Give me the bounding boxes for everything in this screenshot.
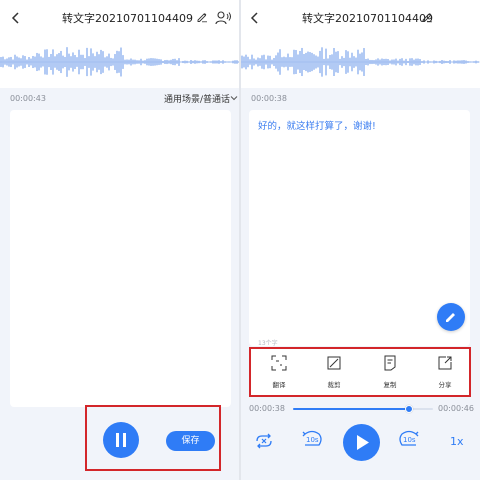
- tool-label: 裁剪: [327, 381, 341, 389]
- progress-slider[interactable]: [293, 405, 433, 413]
- char-count: 13个字: [258, 340, 278, 347]
- forward-button[interactable]: 10s: [397, 430, 421, 450]
- voice-print-icon[interactable]: [214, 9, 232, 27]
- transcript-card: [249, 110, 470, 346]
- audio-waveform: [0, 36, 240, 88]
- edit-transcript-button[interactable]: [437, 303, 465, 331]
- share-icon: [438, 356, 452, 370]
- pencil-icon[interactable]: [421, 11, 433, 23]
- tool-translate[interactable]: 翻译: [259, 349, 299, 395]
- tool-copy[interactable]: 复制: [370, 349, 410, 395]
- copy-icon: [384, 355, 396, 371]
- translate-icon: [271, 355, 287, 371]
- header: 转文字20210701104409: [241, 0, 480, 36]
- tools-bar: 翻译 裁剪 复制 分享: [249, 347, 471, 397]
- chevron-down-icon[interactable]: [230, 94, 238, 102]
- chevron-left-icon[interactable]: [8, 10, 24, 26]
- tool-crop[interactable]: 裁剪: [314, 349, 354, 395]
- tool-label: 复制: [383, 381, 397, 389]
- progress-fill: [293, 408, 410, 410]
- total-time: 00:00:46: [438, 404, 474, 413]
- scene-selector[interactable]: 通用场景/普通话: [164, 92, 230, 105]
- crop-icon: [327, 356, 341, 370]
- pencil-icon: [446, 313, 455, 322]
- forward-label: 10s: [403, 436, 416, 444]
- tool-label: 翻译: [272, 381, 286, 389]
- audio-waveform: [241, 36, 480, 88]
- loop-off-icon[interactable]: [254, 433, 274, 449]
- playback-speed[interactable]: 1x: [450, 435, 464, 448]
- current-time: 00:00:38: [249, 404, 285, 413]
- elapsed-time: 00:00:38: [251, 94, 287, 103]
- pencil-icon[interactable]: [196, 11, 208, 23]
- chevron-left-icon[interactable]: [247, 10, 263, 26]
- page-title: 转文字20210701104409: [302, 12, 433, 25]
- transcript-text[interactable]: 好的，就这样打算了，谢谢!: [258, 118, 376, 132]
- play-button[interactable]: [343, 424, 380, 461]
- header: 转文字20210701104409: [0, 0, 240, 36]
- tool-label: 分享: [438, 381, 452, 389]
- waveform-graphic: [0, 47, 240, 77]
- elapsed-time: 00:00:43: [10, 94, 46, 103]
- highlight-box-controls: [85, 405, 221, 471]
- waveform-graphic: [241, 47, 480, 77]
- transcript-area: [10, 110, 231, 407]
- play-icon: [357, 435, 369, 450]
- page-title: 转文字20210701104409: [62, 12, 193, 25]
- tool-share[interactable]: 分享: [425, 349, 465, 395]
- rewind-button[interactable]: 10s: [300, 430, 324, 450]
- rewind-label: 10s: [306, 436, 319, 444]
